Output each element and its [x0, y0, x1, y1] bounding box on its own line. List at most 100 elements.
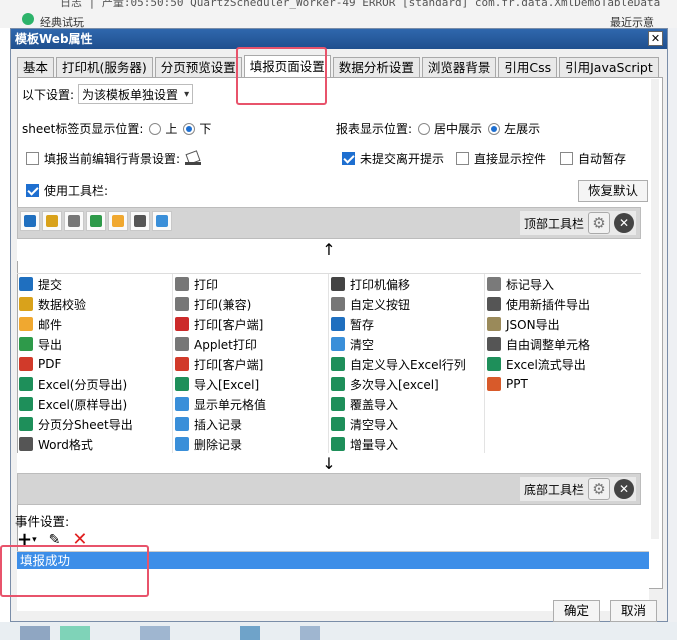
excel-icon [331, 437, 345, 451]
toolbar-option[interactable]: 提交 [17, 274, 173, 294]
close-icon[interactable]: ✕ [648, 31, 663, 46]
clear-icon [331, 337, 345, 351]
toolbar-option[interactable]: 数据校验 [17, 294, 173, 314]
toolbar-option[interactable]: 增量导入 [329, 434, 485, 454]
toolbar-option[interactable]: 分页分Sheet导出 [17, 414, 173, 434]
save-icon[interactable] [20, 211, 40, 231]
toolbar-option[interactable]: PDF [17, 354, 173, 374]
toolbar-option[interactable]: Word格式 [17, 434, 173, 454]
toolbar-option[interactable]: 标记导入 [485, 274, 641, 294]
toolbar-option-label: 提交 [38, 277, 63, 292]
toolbar-option[interactable]: 打印(兼容) [173, 294, 329, 314]
use-toolbar-checkbox[interactable] [26, 184, 39, 197]
unsubmitted-checkbox[interactable] [342, 152, 355, 165]
gear-icon[interactable]: ⚙ [588, 212, 610, 234]
ppt-icon [487, 377, 501, 391]
toolbar-option[interactable]: 多次导入[excel] [329, 374, 485, 394]
validate-icon[interactable] [42, 211, 62, 231]
report-pos-center-radio[interactable] [418, 122, 431, 135]
cancel-button[interactable]: 取消 [609, 600, 657, 622]
toolbar-option[interactable]: 删除记录 [173, 434, 329, 454]
toolbar-option-label: 打印[客户端] [194, 357, 264, 372]
toolbar-option[interactable]: 显示单元格值 [173, 394, 329, 414]
toolbar-option-label: 显示单元格值 [194, 397, 267, 412]
toolbar-option-label: 插入记录 [194, 417, 243, 432]
toolbar-option[interactable]: 清空 [329, 334, 485, 354]
tab-7[interactable]: 引用JavaScript [559, 57, 659, 78]
highlight-box-tab [236, 47, 327, 105]
toolbar-option[interactable]: 使用新插件导出 [485, 294, 641, 314]
toolbar-option[interactable]: 清空导入 [329, 414, 485, 434]
toolbar-option-label: 删除记录 [194, 437, 243, 452]
sheet-pos-label: sheet标签页显示位置: [22, 122, 144, 136]
close-icon[interactable]: ✕ [614, 479, 634, 499]
toolbar-option[interactable]: 打印 [173, 274, 329, 294]
excel-icon [19, 397, 33, 411]
toolbar-option-label: Excel(原样导出) [38, 397, 128, 412]
window-icon[interactable] [152, 211, 172, 231]
ok-button[interactable]: 确定 [552, 600, 600, 622]
paint-bucket-icon[interactable] [184, 151, 202, 167]
toolbar-option[interactable]: 自定义导入Excel行列 [329, 354, 485, 374]
toolbar-option[interactable]: Excel(分页导出) [17, 374, 173, 394]
gear-icon[interactable]: ⚙ [588, 478, 610, 500]
tab-2[interactable]: 分页预览设置 [154, 57, 242, 78]
toolbar-option-label: 打印 [194, 277, 219, 292]
toolbar-option[interactable]: Excel流式导出 [485, 354, 641, 374]
sheet-pos-top-radio[interactable] [149, 122, 162, 135]
toolbar-option-label: 使用新插件导出 [506, 297, 591, 312]
background-strip [668, 28, 677, 622]
bottom-toolbar-label-box: 底部工具栏 ⚙ ✕ [519, 477, 636, 501]
tab-5[interactable]: 浏览器背景 [421, 57, 497, 78]
toolbar-option[interactable]: 暂存 [329, 314, 485, 334]
grid-row: 导出 Applet打印 清空 自由调整单元格 [17, 334, 641, 354]
report-pos-left-radio[interactable] [488, 122, 501, 135]
tab-bar: 基本 打印机(服务器) 分页预览设置 填报页面设置 数据分析设置 浏览器背景 引用Css 引用… [17, 55, 661, 79]
email-icon[interactable] [108, 211, 128, 231]
toolbar-option[interactable]: 导出 [17, 334, 173, 354]
move-up-arrow[interactable]: ↑ [17, 239, 641, 261]
events-label: 事件设置: [15, 514, 70, 529]
toolbar-option[interactable]: 打印[客户端] [173, 314, 329, 334]
print-icon[interactable] [64, 211, 84, 231]
toolbar-option[interactable]: 打印机偏移 [329, 274, 485, 294]
fill-bg-checkbox[interactable] [26, 152, 39, 165]
toolbar-option[interactable]: 邮件 [17, 314, 173, 334]
export-icon[interactable] [86, 211, 106, 231]
toolbar-option[interactable]: 插入记录 [173, 414, 329, 434]
move-down-arrow[interactable]: ↓ [17, 453, 641, 475]
toolbar-option-label: Excel(分页导出) [38, 377, 128, 392]
toolbar-option[interactable]: Applet打印 [173, 334, 329, 354]
auto-save-checkbox[interactable] [560, 152, 574, 165]
scope-select[interactable]: 为该模板单独设置 ▾ [78, 84, 194, 104]
chevron-down-icon: ▾ [184, 88, 190, 100]
tab-4[interactable]: 数据分析设置 [332, 57, 420, 78]
tab-0[interactable]: 基本 [17, 57, 55, 78]
use-toolbar-label: 使用工具栏: [44, 184, 109, 198]
vertical-scrollbar[interactable] [651, 79, 659, 539]
toolbar-option[interactable]: Excel(原样导出) [17, 394, 173, 414]
tab-1[interactable]: 打印机(服务器) [56, 57, 153, 78]
grid-row: PDF 打印[客户端] 自定义导入Excel行列 Excel流式导出 [17, 354, 641, 374]
toolbar-option[interactable]: 自由调整单元格 [485, 334, 641, 354]
toolbar-option-label: 打印(兼容) [194, 297, 252, 312]
toolbar-option[interactable]: PPT [485, 374, 641, 394]
toolbar-option-label: 数据校验 [38, 297, 87, 312]
tree-icon[interactable] [130, 211, 150, 231]
toolbar-option[interactable]: 导入[Excel] [173, 374, 329, 394]
auto-save-label: 自动暂存 [578, 152, 627, 166]
grid-row: 分页分Sheet导出 插入记录 清空导入 [17, 414, 641, 434]
toolbar-option-label: 邮件 [38, 317, 63, 332]
toolbar-option[interactable]: 覆盖导入 [329, 394, 485, 414]
direct-show-checkbox[interactable] [456, 152, 470, 165]
report-pos-label: 报表显示位置: [336, 122, 413, 136]
close-icon[interactable]: ✕ [614, 213, 634, 233]
toolbar-option[interactable]: JSON导出 [485, 314, 641, 334]
toolbar-option[interactable]: 自定义按钮 [329, 294, 485, 314]
tab-6[interactable]: 引用Css [498, 57, 558, 78]
restore-default-button[interactable]: 恢复默认 [578, 180, 649, 202]
toolbar-option[interactable]: 打印[客户端] [173, 354, 329, 374]
sheet-pos-bottom-radio[interactable] [183, 122, 196, 135]
sheet-pos-bottom-label: 下 [199, 122, 212, 136]
toolbar-option-label: 导入[Excel] [194, 377, 260, 392]
